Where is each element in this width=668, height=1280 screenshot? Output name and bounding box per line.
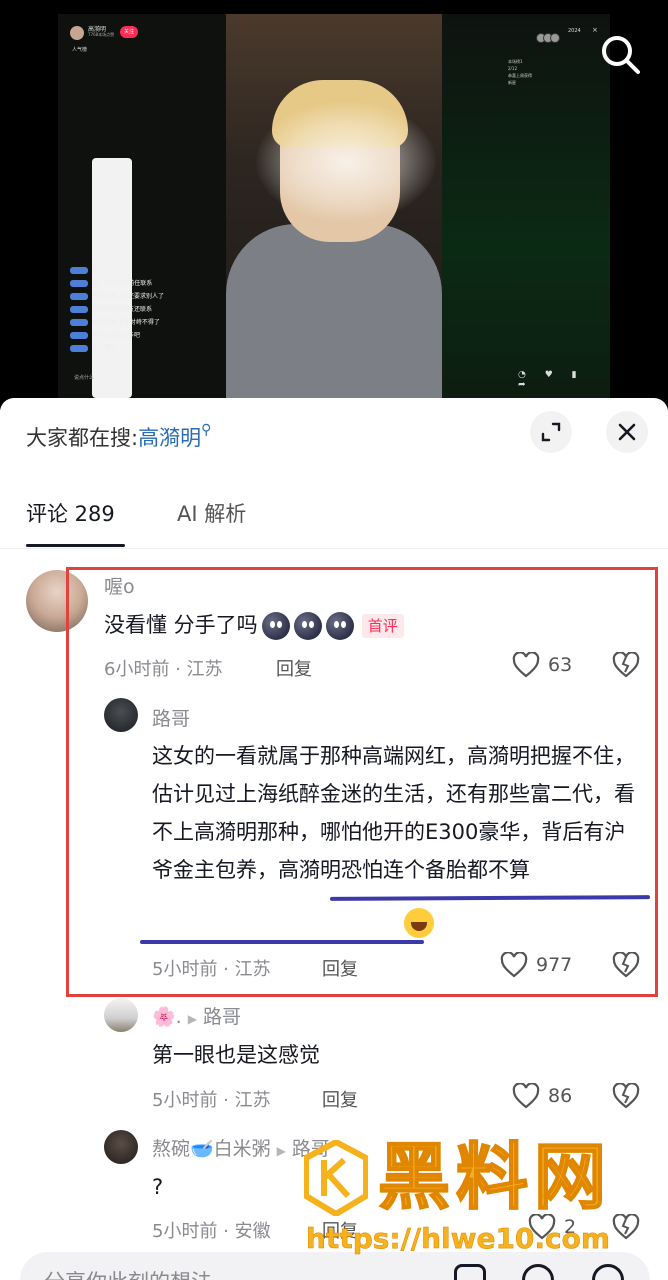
heart-icon xyxy=(500,952,528,978)
streamer-body xyxy=(226,224,442,398)
live-chat: 了？ 🐱：他说你跟前任联系 把都乱搞，你还要求别人了 说你跟你前女友还联系 俩都… xyxy=(70,264,164,355)
search-small-icon: ⚲ xyxy=(201,422,212,438)
chat-line: 🐱：他说你跟前任联系 xyxy=(70,277,164,290)
active-tab-indicator xyxy=(26,544,125,547)
dislike-button[interactable] xyxy=(612,951,640,982)
first-comment-badge: 首评 xyxy=(361,614,404,638)
video-player[interactable]: 高漪明 7768本场点赞 关注 人气榜 2024 × 本场榜1 2/12 恭喜上… xyxy=(0,0,668,410)
watermark-title: 黑料网 xyxy=(377,1134,613,1220)
broken-heart-icon xyxy=(612,651,640,678)
comment-username[interactable]: 熬碗🥣白米粥 xyxy=(152,1138,271,1160)
comment-input-placeholder[interactable]: 分享你此刻的想法 xyxy=(44,1266,212,1280)
divider xyxy=(0,548,668,549)
rank-label: 人气榜 xyxy=(72,47,88,53)
reply-button[interactable]: 回复 xyxy=(276,655,312,681)
tab-comments[interactable]: 评论 289 xyxy=(26,498,115,528)
like-count: 86 xyxy=(548,1085,573,1107)
image-icon[interactable] xyxy=(454,1264,486,1280)
comment-username-line: 🌸. ▶ 路哥 xyxy=(152,1002,241,1029)
close-icon xyxy=(618,423,636,441)
comment-text: 第一眼也是这感觉 xyxy=(152,1043,320,1067)
face-emoji-icon xyxy=(293,612,322,640)
broken-heart-icon xyxy=(612,1213,640,1240)
chat-line: 了点赞了 xyxy=(70,342,164,355)
comment-time-location: 5小时前 · 江苏 xyxy=(152,959,271,980)
comment-time-location: 6小时前 · 江苏 xyxy=(104,659,223,680)
mention-icon[interactable] xyxy=(522,1264,554,1280)
comment-username[interactable]: 喔o xyxy=(104,572,135,599)
chat-line: 俩都开播 连麦对峙不得了 xyxy=(70,316,164,329)
comment-username[interactable]: 🌸. xyxy=(152,1006,182,1028)
heart-icon xyxy=(512,652,540,678)
comment-time-location: 5小时前 · 江苏 xyxy=(152,1090,271,1111)
face-emoji-icon xyxy=(325,612,354,640)
comment-username[interactable]: 路哥 xyxy=(152,704,190,731)
hand-drawn-underline xyxy=(140,940,424,944)
like-button[interactable]: 977 xyxy=(500,952,572,978)
chat-line: 把都乱搞，你还要求别人了 xyxy=(70,290,164,303)
dislike-button[interactable] xyxy=(612,1213,640,1244)
comment-input-bar[interactable]: 分享你此刻的想法 xyxy=(20,1252,650,1280)
like-button[interactable]: 86 xyxy=(512,1083,572,1109)
expand-icon xyxy=(541,422,561,442)
face-emoji-icon xyxy=(261,612,290,640)
expand-button[interactable] xyxy=(530,411,572,453)
emoji-icon[interactable] xyxy=(592,1264,624,1280)
chat-line: 了？ xyxy=(70,264,164,277)
host-avatar xyxy=(70,26,84,40)
close-button[interactable] xyxy=(606,411,648,453)
chat-line: 说你跟你前女友还联系 xyxy=(70,303,164,316)
like-count: 63 xyxy=(548,654,573,676)
host-likes: 7768本场点赞 xyxy=(88,32,115,37)
like-count: 977 xyxy=(536,954,573,976)
dislike-button[interactable] xyxy=(612,651,640,682)
like-button[interactable]: 63 xyxy=(512,652,572,678)
watermark-logo-icon xyxy=(304,1140,368,1216)
search-icon[interactable] xyxy=(596,30,646,80)
comment-text: 没看懂 分手了吗 首评 xyxy=(104,606,404,644)
avatar[interactable] xyxy=(26,570,88,632)
live-stream-frame: 高漪明 7768本场点赞 关注 人气榜 2024 × 本场榜1 2/12 恭喜上… xyxy=(58,14,610,398)
viewer-count: 2024 xyxy=(568,28,581,34)
tab-ai-analysis[interactable]: AI 解析 xyxy=(177,498,246,528)
comment-text: 这女的一看就属于那种高端网红，高漪明把握不住，估计见过上海纸醉金迷的生活，还有那… xyxy=(152,744,635,882)
reply-button[interactable]: 回复 xyxy=(322,955,358,981)
comment-time-location: 5小时前 · 安徽 xyxy=(152,1221,271,1242)
avatar[interactable] xyxy=(104,1130,138,1164)
stream-action-icons: ◔ ♥ ▮ ➦ xyxy=(518,370,585,390)
viewer-avatars xyxy=(536,28,566,43)
smoke-cloud xyxy=(256,102,436,222)
dislike-button[interactable] xyxy=(612,1082,640,1113)
avatar[interactable] xyxy=(104,698,138,732)
reply-to-username[interactable]: 路哥 xyxy=(203,1006,241,1028)
stream-stats: 本场榜1 2/12 恭喜上周获得 新星 xyxy=(508,59,532,85)
reply-button[interactable]: 回复 xyxy=(322,1086,358,1112)
laugh-emoji-icon xyxy=(404,908,434,938)
hot-search-prefix: 大家都在搜: xyxy=(26,426,139,450)
broken-heart-icon xyxy=(612,951,640,978)
reply-arrow-icon: ▶ xyxy=(276,1144,286,1158)
comment-text: ? xyxy=(152,1175,164,1199)
watermark-url: https://hlwe10.com xyxy=(306,1222,611,1256)
follow-button: 关注 xyxy=(120,26,138,38)
heart-icon xyxy=(512,1083,540,1109)
broken-heart-icon xyxy=(612,1082,640,1109)
chat-line: 城市还是机会多吧 xyxy=(70,329,164,342)
chat-input-hint: 说点什么 xyxy=(74,375,95,381)
avatar[interactable] xyxy=(104,998,138,1032)
hot-search-term[interactable]: 高漪明 xyxy=(138,426,201,450)
hot-search-bar[interactable]: 大家都在搜:高漪明⚲ xyxy=(26,422,211,452)
reply-arrow-icon: ▶ xyxy=(187,1012,197,1026)
